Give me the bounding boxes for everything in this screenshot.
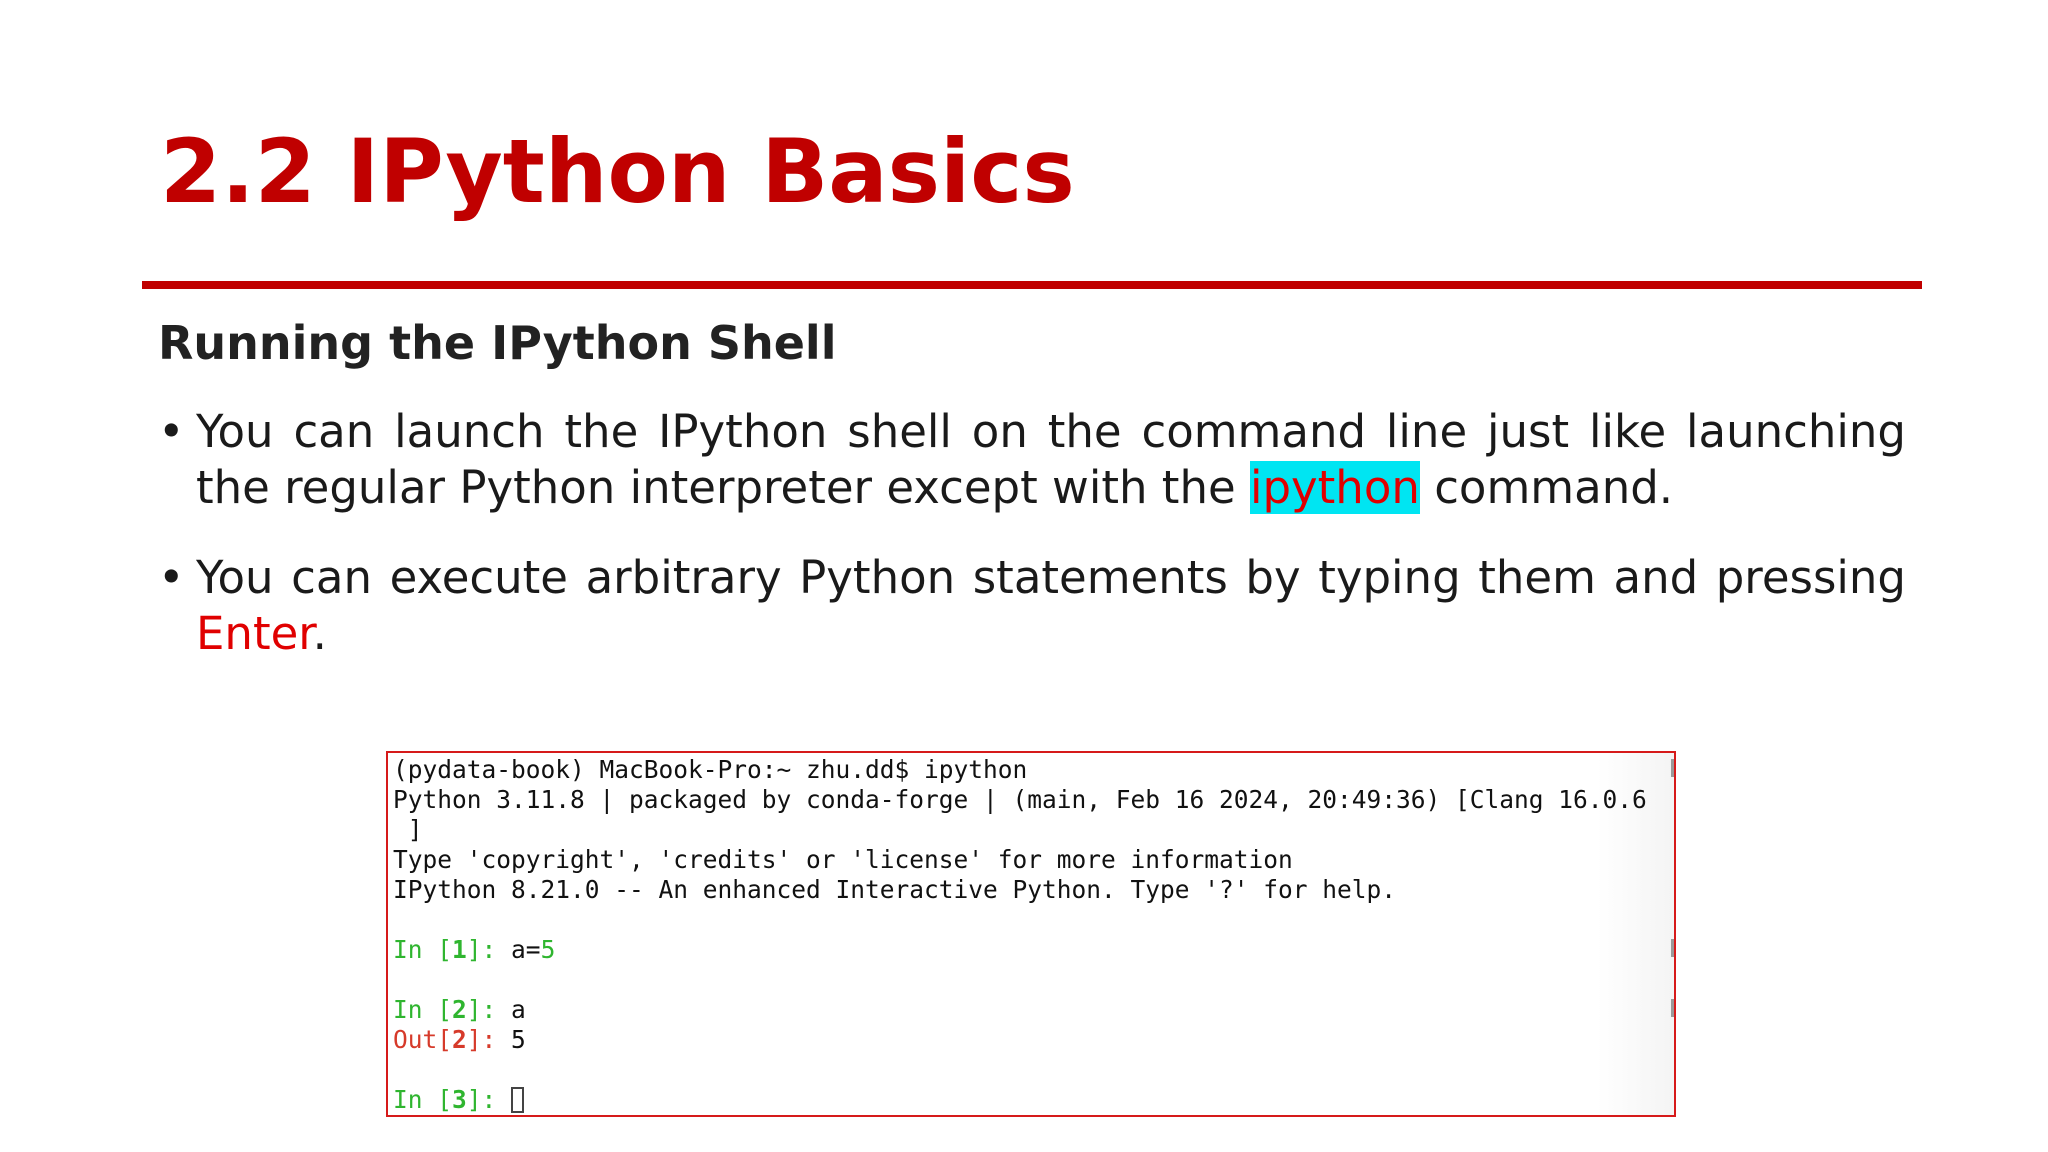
text-cursor-icon <box>511 1087 525 1113</box>
prompt-close: ]: <box>466 1025 512 1054</box>
title-divider <box>142 281 1922 289</box>
bullet-text-end: . <box>312 607 327 660</box>
out-prompt: Out[2]: <box>393 1025 511 1054</box>
scroll-edge-mark <box>1671 999 1674 1017</box>
prompt-open: In [ <box>393 1085 453 1114</box>
code-assign: a= <box>511 935 541 964</box>
prompt-number: 2 <box>452 995 467 1024</box>
bullet-dot-icon: • <box>158 405 185 458</box>
terminal-info-line: Type 'copyright', 'credits' or 'license'… <box>393 845 1293 874</box>
slide: 2.2 IPython Basics Running the IPython S… <box>0 0 2048 1152</box>
slide-title: 2.2 IPython Basics <box>160 120 1075 223</box>
ipython-command-highlight: ipython <box>1249 461 1420 514</box>
bullet-list: • You can launch the IPython shell on th… <box>158 404 1906 662</box>
terminal-output-2: Out[2]: 5 <box>393 1025 1668 1055</box>
bullet-item-launch: • You can launch the IPython shell on th… <box>158 404 1906 516</box>
terminal-version-line: Python 3.11.8 | packaged by conda-forge … <box>393 785 1647 814</box>
prompt-number: 3 <box>452 1085 467 1114</box>
prompt-close: ]: <box>466 995 512 1024</box>
scroll-edge-mark <box>1671 759 1674 777</box>
scroll-edge-mark <box>1671 939 1674 957</box>
prompt-open: In [ <box>393 935 453 964</box>
in-prompt: In [1]: <box>393 935 511 964</box>
prompt-open: In [ <box>393 995 453 1024</box>
terminal-input-3: In [3]: <box>393 1085 1668 1115</box>
prompt-number: 1 <box>452 935 467 964</box>
output-value: 5 <box>511 1025 526 1054</box>
terminal-input-2: In [2]: a <box>393 995 1668 1025</box>
bullet-item-execute: • You can execute arbitrary Python state… <box>158 550 1906 662</box>
prompt-open: Out[ <box>393 1025 453 1054</box>
bullet-text: You can execute arbitrary Python stateme… <box>196 551 1906 604</box>
prompt-close: ]: <box>466 1085 512 1114</box>
bullet-dot-icon: • <box>158 551 185 604</box>
code-variable: a <box>511 995 526 1024</box>
in-prompt: In [2]: <box>393 995 511 1024</box>
terminal-banner-line: IPython 8.21.0 -- An enhanced Interactiv… <box>393 875 1397 904</box>
prompt-close: ]: <box>466 935 512 964</box>
ipython-terminal-screenshot: (pydata-book) MacBook-Pro:~ zhu.dd$ ipyt… <box>386 751 1676 1117</box>
in-prompt: In [3]: <box>393 1085 511 1114</box>
terminal-command-line: (pydata-book) MacBook-Pro:~ zhu.dd$ ipyt… <box>393 755 1028 784</box>
enter-key-highlight: Enter <box>196 607 313 660</box>
code-number-literal: 5 <box>540 935 556 964</box>
terminal-version-continuation: ] <box>393 815 423 844</box>
bullet-text-end: command. <box>1419 461 1674 514</box>
terminal-input-1: In [1]: a=5 <box>393 935 1668 965</box>
prompt-number: 2 <box>452 1025 467 1054</box>
section-subtitle: Running the IPython Shell <box>158 316 837 370</box>
